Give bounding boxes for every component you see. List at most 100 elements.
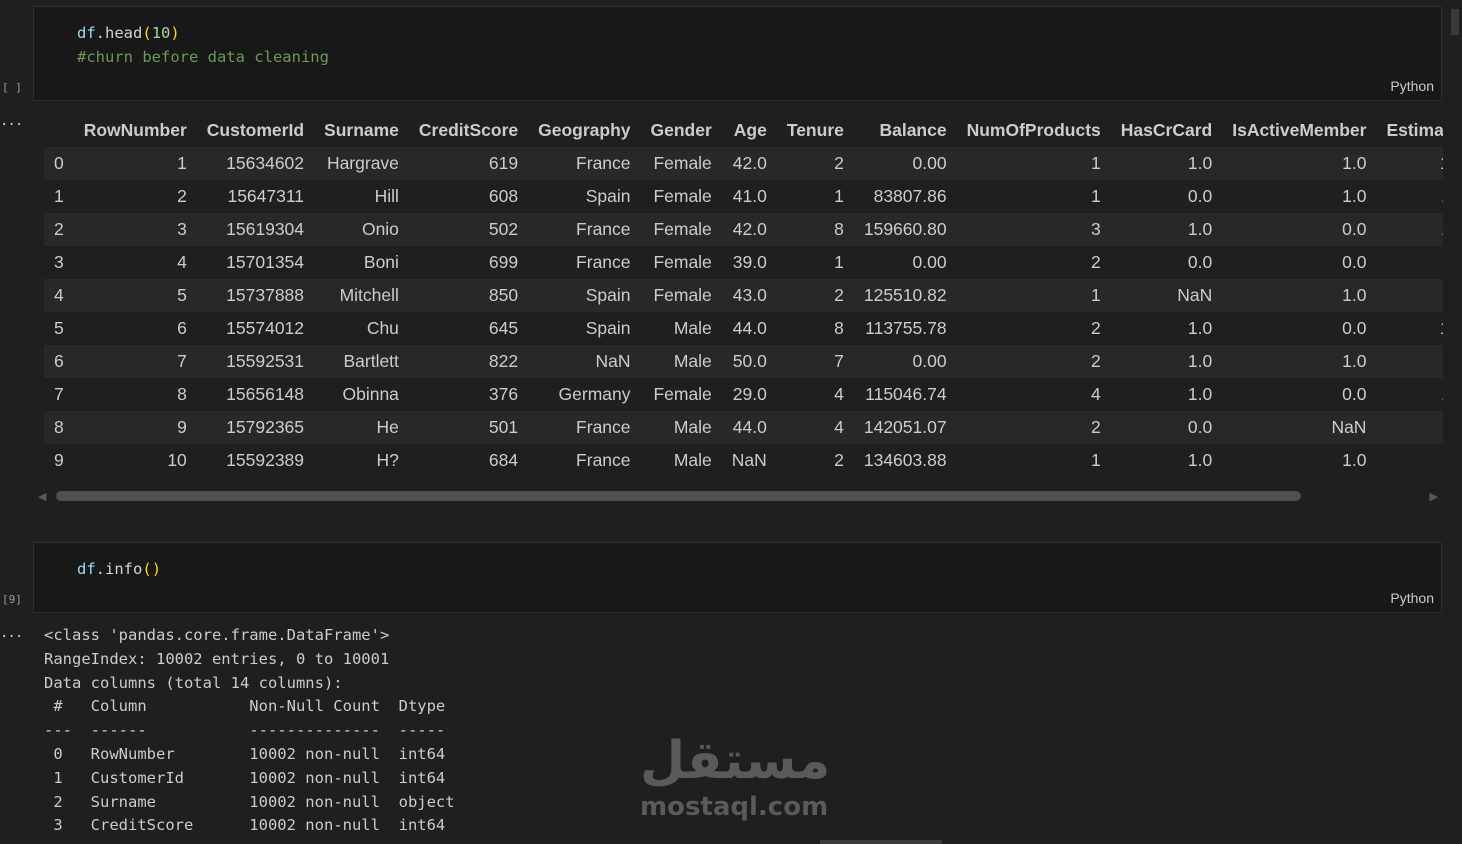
code-object: df xyxy=(77,560,96,578)
table-row: 8 9 15792365 He 501 France Male 44.0 4 142051.07 2… xyxy=(44,411,1443,444)
table-cell: 699 xyxy=(488,252,519,272)
table-cell: 159660.80 xyxy=(863,219,947,239)
execution-count-cell1: [ ] xyxy=(2,81,22,94)
table-cell: 15701354 xyxy=(226,252,305,272)
table-cell: 2 xyxy=(1091,351,1101,371)
table-cell: Spain xyxy=(585,318,631,338)
code-dot: . xyxy=(95,24,106,42)
table-cell: 1.0 xyxy=(1342,351,1367,371)
table-cell: France xyxy=(576,450,631,470)
table-cell: 0.0 xyxy=(1342,219,1367,239)
table-cell: 501 xyxy=(488,417,519,437)
output-more-icon[interactable]: ... xyxy=(0,113,23,129)
table-cell: 44.0 xyxy=(732,318,767,338)
table-cell: 42.0 xyxy=(732,153,767,173)
code-dot: . xyxy=(95,560,106,578)
table-cell: 1.0 xyxy=(1187,318,1213,338)
index-header xyxy=(44,114,74,147)
table-cell: 1 xyxy=(1091,153,1101,173)
table-cell: 1.0 xyxy=(1342,285,1367,305)
table-cell: 1 xyxy=(834,252,844,272)
table-row: 4 5 15737888 Mitchell 850 Spain Female 43.0 2 125… xyxy=(44,279,1443,312)
table-cell: France xyxy=(576,417,631,437)
column-header: Geography xyxy=(538,120,631,140)
table-cell: 1 xyxy=(834,186,844,206)
scroll-right-icon[interactable]: ▶ xyxy=(1430,490,1438,503)
table-row: 7 8 15656148 Obinna 376 Germany Female 29.0 4 115… xyxy=(44,378,1443,411)
table-cell: Male xyxy=(673,351,712,371)
code-cell-head[interactable]: df.head(10) #churn before data cleaning … xyxy=(33,6,1442,101)
table-cell: France xyxy=(576,252,631,272)
column-header: CustomerId xyxy=(206,120,305,140)
watermark-arabic: مستقل xyxy=(640,731,831,791)
horizontal-scrollbar[interactable]: ◀ ▶ xyxy=(38,489,1438,503)
table-cell: 0.0 xyxy=(1342,252,1367,272)
table-cell: 1 xyxy=(1091,285,1101,305)
code-cell-info[interactable]: df.info() Python xyxy=(33,542,1442,613)
table-cell: 1.0 xyxy=(1187,384,1213,404)
table-cell: Obinna xyxy=(342,384,399,404)
scrollbar-thumb[interactable] xyxy=(56,491,1301,501)
table-cell: 8 xyxy=(834,318,844,338)
table-cell: NaN xyxy=(595,351,631,371)
bottom-scrollbar[interactable] xyxy=(820,840,942,844)
table-cell: Female xyxy=(653,285,712,305)
language-label[interactable]: Python xyxy=(1390,590,1434,606)
info-line: RangeIndex: 10002 entries, 0 to 10001 xyxy=(44,649,390,668)
code-argument: 10 xyxy=(151,24,171,42)
table-cell: 112542.58 xyxy=(1376,180,1443,213)
table-cell: 10062.80 xyxy=(1376,345,1443,378)
info-line: 2 Surname 10002 non-null object xyxy=(44,792,455,811)
table-cell: France xyxy=(576,153,631,173)
table-cell: 1.0 xyxy=(1342,450,1367,470)
column-header: Balance xyxy=(879,120,947,140)
table-cell: 113755.78 xyxy=(865,318,947,338)
column-header: Surname xyxy=(324,120,399,140)
code-open-paren: ( xyxy=(142,560,152,578)
table-cell: 2 xyxy=(834,450,844,470)
dataframe-table: RowNumber CustomerId Surname CreditScore Geo… xyxy=(44,114,1443,476)
table-body: 0 1 15634602 Hargrave 619 France Female 42.0 2 0.… xyxy=(44,147,1443,476)
table-cell: 3 xyxy=(1091,219,1101,239)
row-index-cell: 8 xyxy=(54,417,64,437)
code-editor[interactable]: df.head(10) #churn before data cleaning xyxy=(77,21,329,69)
table-cell: 3 xyxy=(177,219,187,239)
column-header: Tenure xyxy=(786,120,844,140)
language-label[interactable]: Python xyxy=(1390,78,1434,94)
table-cell: 376 xyxy=(488,384,519,404)
dataframe-output: RowNumber CustomerId Surname CreditScore Geo… xyxy=(44,114,1443,476)
column-header: HasCrCard xyxy=(1120,120,1213,140)
table-cell: 645 xyxy=(488,318,519,338)
table-row: 6 7 15592531 Bartlett 822 NaN Male 50.0 7 0.00 2 1.… xyxy=(44,345,1443,378)
info-line: <class 'pandas.core.frame.DataFrame'> xyxy=(44,626,390,644)
table-cell: 115046.74 xyxy=(865,384,947,404)
table-cell: 2 xyxy=(834,153,844,173)
info-line: 0 RowNumber 10002 non-null int64 xyxy=(44,744,455,763)
table-row: 5 6 15574012 Chu 645 Spain Male 44.0 8 113755.78 2… xyxy=(44,312,1443,345)
table-cell: 4 xyxy=(177,252,187,272)
table-cell: Mitchell xyxy=(339,285,399,305)
table-cell: He xyxy=(376,417,399,437)
table-cell: 119346.88 xyxy=(1376,378,1443,411)
table-cell: Female xyxy=(653,219,712,239)
scroll-left-icon[interactable]: ◀ xyxy=(38,490,46,503)
table-cell: 8 xyxy=(177,384,187,404)
table-cell: 83807.86 xyxy=(873,186,947,206)
table-cell: Hill xyxy=(374,186,399,206)
table-cell: 0.0 xyxy=(1187,186,1213,206)
table-row: 9 10 15592389 H? 684 France Male NaN 2 134603.88 1… xyxy=(44,444,1443,476)
editor-scrollbar[interactable] xyxy=(1451,9,1459,35)
row-index-cell: 1 xyxy=(54,186,64,206)
output-more-icon[interactable]: ... xyxy=(0,625,23,641)
table-row: 0 1 15634602 Hargrave 619 France Female 42.0 2 0.… xyxy=(44,147,1443,180)
table-cell: Male xyxy=(673,450,712,470)
code-editor[interactable]: df.info() xyxy=(77,557,161,581)
table-cell: 608 xyxy=(488,186,519,206)
table-cell: Onio xyxy=(361,219,399,239)
table-cell: 149756.71 xyxy=(1376,312,1443,345)
table-cell: 0.0 xyxy=(1342,384,1367,404)
table-cell: 0.0 xyxy=(1187,252,1213,272)
table-cell: 15656148 xyxy=(226,384,305,404)
table-cell: 15619304 xyxy=(226,219,305,239)
table-cell: 71725.73 xyxy=(1376,444,1443,476)
